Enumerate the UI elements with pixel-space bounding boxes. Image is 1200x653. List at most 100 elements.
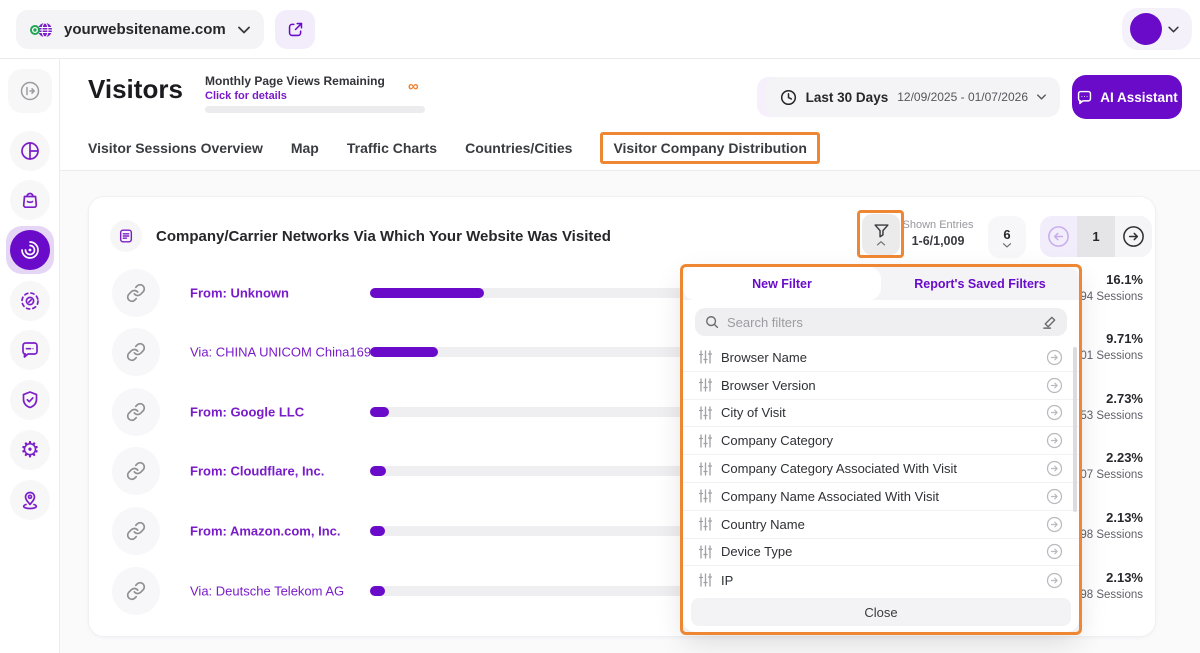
sidebar-item-feedback[interactable]	[10, 330, 50, 370]
chat-bubble-icon	[20, 340, 40, 360]
link-icon	[126, 581, 146, 601]
tab-visitor-company-distribution[interactable]: Visitor Company Distribution	[600, 132, 820, 164]
link-icon	[126, 342, 146, 362]
date-preset-label: Last 30 Days	[805, 89, 889, 105]
shield-check-icon	[20, 390, 40, 410]
ai-assistant-button[interactable]: AI Assistant	[1072, 75, 1182, 119]
collapse-arrow-icon	[19, 80, 41, 102]
link-icon-bubble	[112, 447, 160, 495]
arrow-right-circle-icon	[1121, 224, 1146, 249]
row-percent: 2.13%	[1106, 510, 1143, 525]
avatar	[1130, 13, 1162, 45]
report-tabs: Visitor Sessions Overview Map Traffic Ch…	[88, 128, 820, 168]
page-size-selector[interactable]: 6	[988, 216, 1026, 258]
radar-icon	[20, 240, 40, 260]
row-percent: 9.71%	[1106, 331, 1143, 346]
row-sessions: 901 Sessions	[1073, 350, 1143, 362]
gear-icon: ⚙	[20, 437, 40, 462]
sidebar-item-dashboard[interactable]	[10, 131, 50, 171]
document-icon	[118, 228, 134, 244]
chevron-down-icon	[1037, 94, 1046, 100]
row-sessions: 207 Sessions	[1073, 469, 1143, 481]
row-percent: 2.13%	[1106, 570, 1143, 585]
sidebar: ⚙	[0, 59, 60, 653]
link-icon-bubble	[112, 507, 160, 555]
bar-fill	[370, 466, 386, 476]
shown-entries-value: 1-6/1,009	[911, 234, 965, 248]
website-name: yourwebsitename.com	[64, 21, 226, 38]
previous-page-button[interactable]	[1040, 216, 1078, 257]
sidebar-item-security[interactable]	[10, 380, 50, 420]
tabs-divider	[60, 170, 1200, 171]
link-icon-bubble	[112, 269, 160, 317]
row-sessions: 198 Sessions	[1073, 589, 1143, 601]
tab-map[interactable]: Map	[291, 140, 319, 156]
card-title: Company/Carrier Networks Via Which Your …	[156, 228, 611, 245]
quota-infinity-value: ∞	[408, 78, 419, 95]
link-icon-bubble	[112, 567, 160, 615]
row-sessions: 198 Sessions	[1073, 529, 1143, 541]
website-selector[interactable]: yourwebsitename.com	[16, 10, 264, 49]
row-stats: 2.13% 198 Sessions	[1074, 510, 1143, 541]
chevron-down-icon	[1002, 242, 1012, 248]
row-stats: 2.23% 207 Sessions	[1074, 450, 1143, 481]
external-link-icon	[287, 21, 304, 38]
link-icon	[126, 283, 146, 303]
open-website-button[interactable]	[275, 10, 315, 49]
sidebar-item-locations[interactable]	[10, 480, 50, 520]
sidebar-item-store[interactable]	[10, 180, 50, 220]
website-globe-icon	[30, 21, 54, 39]
pie-chart-icon	[20, 141, 40, 161]
row-label[interactable]: From: Amazon.com, Inc.	[190, 524, 340, 539]
quota-label: Monthly Page Views Remaining	[205, 74, 385, 88]
bar-fill	[370, 347, 439, 357]
tab-visitor-sessions-overview[interactable]: Visitor Sessions Overview	[88, 140, 263, 156]
bar-fill	[370, 288, 484, 298]
filter-button[interactable]	[862, 214, 900, 255]
tab-traffic-charts[interactable]: Traffic Charts	[347, 140, 437, 156]
link-icon-bubble	[112, 328, 160, 376]
chevron-down-icon	[1168, 26, 1179, 33]
date-range-value: 12/09/2025 - 01/07/2026	[897, 90, 1028, 104]
pagination: 1	[1040, 216, 1152, 257]
row-percent: 2.23%	[1106, 450, 1143, 465]
bar-fill	[370, 526, 386, 536]
bar-fill	[370, 586, 386, 596]
row-label[interactable]: From: Cloudflare, Inc.	[190, 464, 324, 479]
link-icon	[126, 461, 146, 481]
current-page: 1	[1077, 216, 1115, 257]
bar-fill	[370, 407, 390, 417]
row-label[interactable]: From: Unknown	[190, 286, 289, 301]
row-label[interactable]: Via: Deutsche Telekom AG	[190, 584, 344, 599]
funnel-icon	[873, 223, 890, 239]
ai-chat-icon	[1076, 89, 1093, 106]
tab-countries-cities[interactable]: Countries/Cities	[465, 140, 572, 156]
link-icon	[126, 402, 146, 422]
quota-details-link[interactable]: Click for details	[205, 90, 287, 102]
quota-progress-bar	[205, 106, 425, 113]
row-stats: 9.71% 901 Sessions	[1074, 331, 1143, 362]
user-menu[interactable]	[1122, 8, 1192, 50]
chevron-up-icon	[876, 241, 886, 246]
shown-entries: Shown Entries 1-6/1,009	[898, 219, 978, 248]
shopping-bag-icon	[20, 190, 40, 210]
chevron-down-icon	[238, 26, 250, 34]
link-icon-bubble	[112, 388, 160, 436]
location-pin-icon	[20, 490, 40, 510]
sidebar-item-recordings[interactable]	[10, 281, 50, 321]
date-range-picker[interactable]: Last 30 Days 12/09/2025 - 01/07/2026	[765, 77, 1060, 117]
arrow-left-circle-icon	[1046, 224, 1071, 249]
sidebar-item-visitors-active[interactable]	[6, 226, 54, 274]
record-scan-icon	[20, 291, 40, 311]
page-size-value: 6	[1003, 226, 1011, 242]
row-label[interactable]: From: Google LLC	[190, 405, 304, 420]
row-percent: 2.73%	[1106, 391, 1143, 406]
sidebar-toggle-button[interactable]	[8, 69, 52, 113]
annotation-box-filter-panel	[680, 264, 1082, 635]
row-sessions: 253 Sessions	[1073, 410, 1143, 422]
page-title: Visitors	[88, 74, 183, 104]
sidebar-item-settings[interactable]: ⚙	[10, 430, 50, 470]
ai-assistant-label: AI Assistant	[1100, 89, 1178, 105]
next-page-button[interactable]	[1115, 216, 1152, 257]
row-stats: 2.13% 198 Sessions	[1074, 570, 1143, 601]
